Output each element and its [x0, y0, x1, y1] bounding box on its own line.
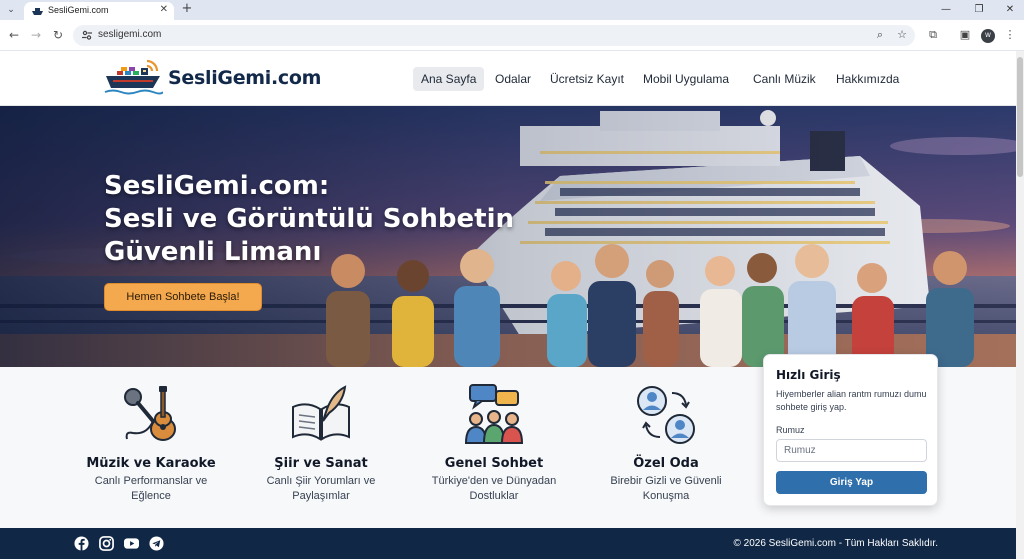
feature-desc: Canlı Performanslar ve Eğlence [76, 474, 226, 504]
nav-mobil-uygulama[interactable]: Mobil Uygulama [643, 67, 729, 91]
book-quill-icon [292, 385, 350, 441]
feature-desc-line: Canlı Performanslar ve [94, 475, 208, 487]
nav-canli-muzik[interactable]: Canlı Müzik [753, 67, 816, 91]
ship-logo-icon[interactable] [103, 57, 163, 101]
feature-desc: Türkiye'den ve Dünyadan Dostluklar [419, 474, 569, 504]
zoom-icon[interactable]: ⌕ [873, 28, 887, 42]
browser-tab-strip: ⌄ SesliGemi.com ✕ + — ❐ ✕ [0, 0, 1024, 20]
feature-desc: Canlı Şiir Yorumları ve Paylaşımlar [246, 474, 396, 504]
site-logo-text[interactable]: SesliGemi.com [168, 67, 321, 89]
site-settings-icon[interactable] [81, 29, 93, 41]
tab-title: SesliGemi.com [48, 5, 109, 15]
feature-desc-line: Canlı Şiir Yorumları ve [266, 475, 376, 487]
feature-title: Müzik ve Karaoke [86, 456, 216, 471]
feature-desc-line: Paylaşımlar [292, 490, 350, 502]
nav-odalar[interactable]: Odalar [495, 67, 531, 91]
minimize-icon[interactable]: — [938, 2, 954, 18]
private-room-icon [637, 386, 695, 444]
reload-icon[interactable]: ↻ [51, 28, 65, 42]
close-window-icon[interactable]: ✕ [1002, 2, 1018, 18]
feature-desc: Birebir Gizli ve Güvenli Konuşma [591, 474, 741, 504]
feature-private-room[interactable]: Özel Oda Birebir Gizli ve Güvenli Konuşm… [591, 383, 741, 504]
start-chat-button[interactable]: Hemen Sohbete Başla! [104, 283, 262, 311]
microphone-guitar-icon [124, 386, 176, 441]
new-tab-icon[interactable]: + [180, 1, 194, 16]
hero-title-line: Güvenli Limanı [104, 237, 322, 267]
hero-title-line: SesliGemi.com: [104, 171, 330, 201]
nav-hakkimizda[interactable]: Hakkımızda [836, 67, 899, 91]
menu-icon[interactable]: ⋮ [1003, 28, 1017, 42]
address-bar[interactable]: sesligemi.com ⌕ ☆ [73, 25, 915, 46]
copyright-text: © 2026 SesliGemi.com - Tüm Hakları Saklı… [733, 538, 938, 549]
feature-title: Özel Oda [633, 456, 699, 471]
youtube-icon[interactable] [123, 536, 140, 551]
site-footer: © 2026 SesliGemi.com - Tüm Hakları Saklı… [0, 528, 1016, 559]
hero-title-line: Sesli ve Görüntülü Sohbetin [104, 204, 514, 234]
feature-desc-line: Dostluklar [469, 490, 519, 502]
tab-close-icon[interactable]: ✕ [160, 4, 168, 15]
restore-icon[interactable]: ❐ [971, 2, 987, 18]
feature-desc-line: Eğlence [131, 490, 171, 502]
instagram-icon[interactable] [99, 536, 114, 551]
tab-search-icon[interactable]: ⌄ [4, 3, 18, 17]
quick-login-description: Hiyemberler alian rantm rumuzı dumu sohb… [776, 389, 927, 412]
scrollbar-thumb[interactable] [1017, 57, 1023, 177]
page-scrollbar[interactable] [1016, 51, 1024, 559]
back-icon[interactable]: ← [7, 28, 21, 42]
feature-desc-line: Türkiye'den ve Dünyadan [431, 475, 557, 487]
feature-desc-line: Konuşma [642, 490, 690, 502]
extensions-icon[interactable]: ⧉ [926, 28, 940, 42]
feature-desc-line: Birebir Gizli ve Güvenli [610, 475, 722, 487]
feature-music-karaoke[interactable]: Müzik ve Karaoke Canlı Performanslar ve … [76, 383, 226, 504]
forward-icon[interactable]: → [29, 28, 43, 42]
feature-title: Genel Sohbet [444, 456, 544, 471]
hero-title: SesliGemi.com: Sesli ve Görüntülü Sohbet… [104, 170, 524, 269]
url-text: sesligemi.com [98, 29, 162, 40]
bookmark-star-icon[interactable]: ☆ [895, 28, 909, 42]
nickname-input[interactable] [776, 439, 927, 462]
facebook-icon[interactable] [74, 536, 89, 551]
browser-tab[interactable]: SesliGemi.com ✕ [24, 2, 174, 20]
side-panel-icon[interactable]: ▣ [958, 28, 972, 42]
quick-login-title: Hızlı Giriş [776, 368, 841, 382]
feature-general-chat[interactable]: Genel Sohbet Türkiye'den ve Dünyadan Dos… [419, 383, 569, 504]
feature-poetry-art[interactable]: Şiir ve Sanat Canlı Şiir Yorumları ve Pa… [246, 383, 396, 504]
feature-title: Şiir ve Sanat [274, 456, 368, 471]
quick-login-card: Hızlı Giriş Hiyemberler alian rantm rumu… [763, 354, 938, 506]
login-button[interactable]: Giriş Yap [776, 471, 927, 494]
telegram-icon[interactable] [149, 536, 164, 551]
nickname-label: Rumuz [776, 425, 805, 435]
nav-ucretsiz-kayit[interactable]: Ücretsiz Kayıt [550, 67, 624, 91]
profile-avatar[interactable]: W [981, 29, 995, 43]
hero-banner: SesliGemi.com: Sesli ve Görüntülü Sohbet… [0, 106, 1016, 367]
browser-toolbar: ← → ↻ sesligemi.com ⌕ ☆ ⧉ ▣ ⋮ [0, 20, 1024, 51]
group-chat-icon [464, 384, 524, 444]
ship-favicon-icon [32, 8, 43, 15]
nav-ana-sayfa[interactable]: Ana Sayfa [413, 67, 485, 91]
site-header: SesliGemi.com Ana Sayfa Odalar Ücretsiz … [0, 51, 1016, 106]
